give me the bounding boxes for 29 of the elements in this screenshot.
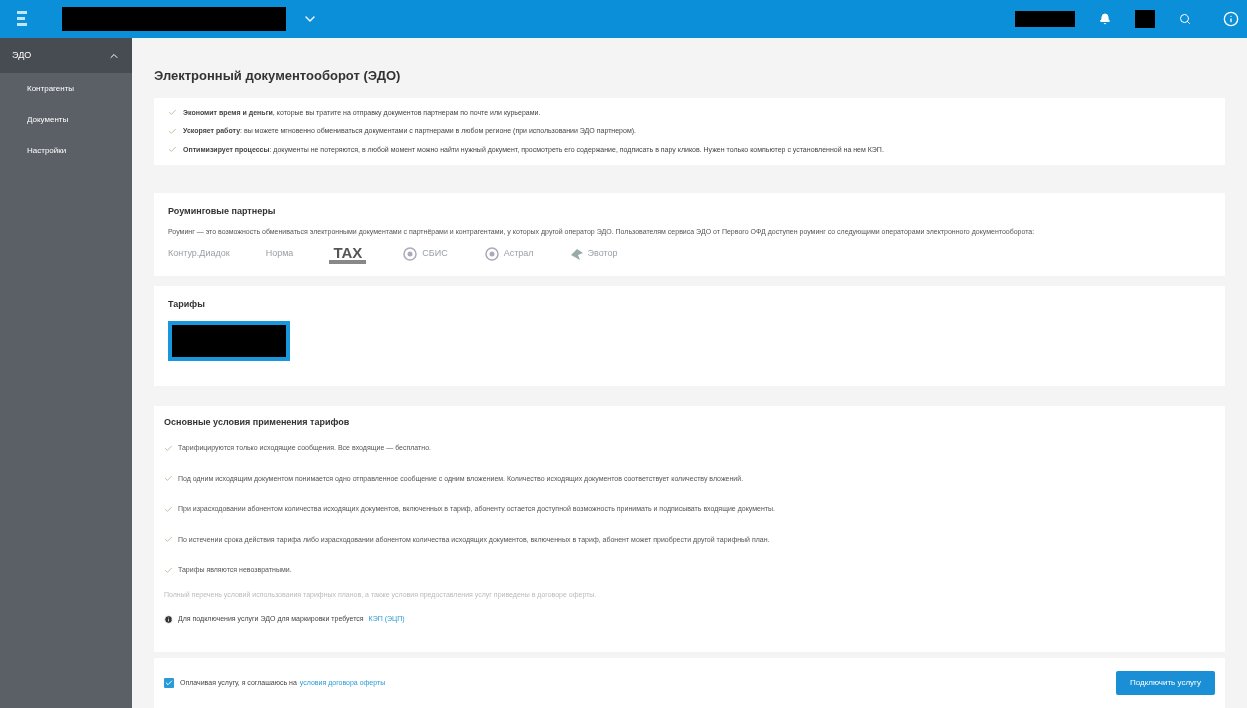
partner-logo: TAX	[329, 244, 367, 264]
partner-logo: Контур.Диадок	[168, 247, 230, 261]
bell-icon[interactable]	[1099, 13, 1111, 25]
search-icon[interactable]	[1179, 13, 1191, 25]
sidebar-section[interactable]: ЭДО	[0, 38, 132, 73]
redacted-block	[1015, 11, 1075, 27]
check-icon	[164, 474, 173, 484]
sidebar-item[interactable]: Настройки	[0, 135, 132, 166]
section-title: Тарифы	[168, 297, 206, 311]
check-icon	[164, 443, 173, 453]
sidebar-item[interactable]: Документы	[0, 104, 132, 135]
help-icon[interactable]	[1223, 11, 1239, 27]
section-title: Основные условия применения тарифов	[164, 415, 351, 429]
redacted-tariff-card[interactable]	[168, 321, 290, 361]
partner-logo: Норма	[265, 247, 294, 261]
connect-button[interactable]: Подключить услугу	[1116, 671, 1215, 695]
info-icon	[164, 614, 173, 624]
check-icon	[164, 535, 173, 545]
check-icon	[164, 504, 173, 514]
redacted-block	[1135, 10, 1155, 28]
check-icon	[164, 565, 173, 575]
sidebar-item[interactable]: Контрагенты	[0, 73, 132, 104]
partner-logo: Астрал	[483, 246, 534, 262]
partner-logo: СБИС	[402, 246, 448, 262]
partner-logo: Эвотор	[569, 247, 618, 261]
agree-checkbox[interactable]	[164, 678, 174, 688]
logo-icon	[16, 9, 28, 29]
section-title: Роуминговые партнеры	[168, 205, 277, 218]
page-title: Электронный документооборот (ЭДО)	[154, 67, 402, 85]
